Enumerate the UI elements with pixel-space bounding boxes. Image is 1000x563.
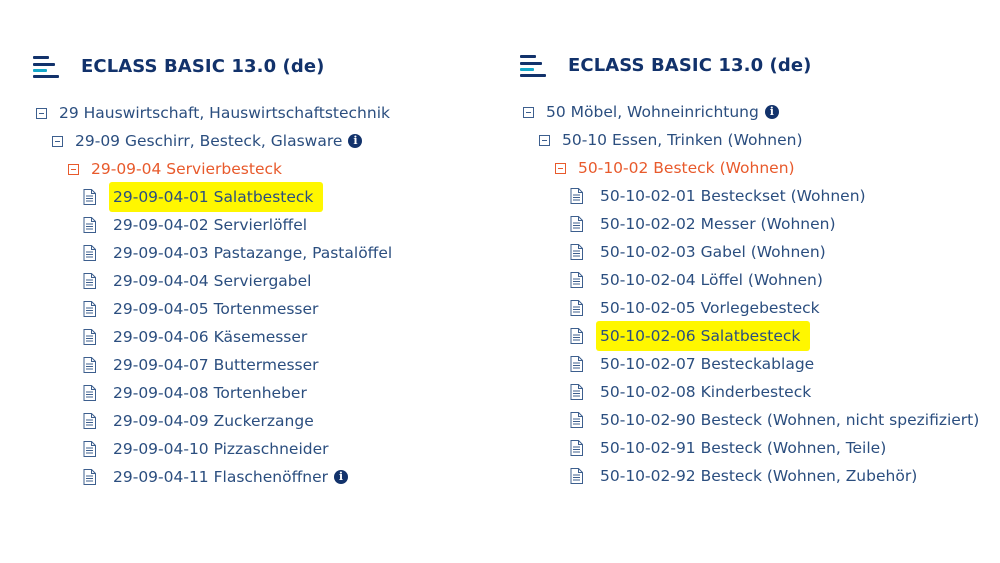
tree-leaf[interactable]: 50-10-02-90 Besteck (Wohnen, nicht spezi…	[570, 407, 979, 433]
document-icon	[83, 189, 96, 205]
document-icon	[83, 273, 96, 289]
info-icon[interactable]: i	[334, 470, 348, 484]
document-icon	[570, 440, 583, 456]
tree-leaf[interactable]: 50-10-02-07 Besteckablage	[570, 351, 814, 377]
document-icon	[570, 188, 583, 204]
tree-leaf-label[interactable]: 50-10-02-05 Vorlegebesteck	[600, 295, 820, 321]
info-icon[interactable]: i	[348, 134, 363, 148]
collapse-icon[interactable]	[539, 134, 550, 146]
tree-node-label[interactable]: 50-10-02 Besteck (Wohnen)	[578, 155, 795, 181]
document-icon	[83, 413, 96, 429]
tree-leaf[interactable]: 29-09-04-07 Buttermesser	[83, 352, 319, 378]
tree-leaf[interactable]: 50-10-02-05 Vorlegebesteck	[570, 295, 820, 321]
left-header: ECLASS BASIC 13.0 (de)	[33, 54, 325, 78]
right-header: ECLASS BASIC 13.0 (de)	[520, 53, 812, 77]
tree-leaf-label[interactable]: 50-10-02-91 Besteck (Wohnen, Teile)	[600, 435, 886, 461]
document-icon	[83, 357, 96, 373]
collapse-icon[interactable]	[555, 162, 566, 174]
document-icon	[570, 300, 583, 316]
collapse-icon[interactable]	[68, 163, 79, 175]
document-icon	[83, 217, 96, 233]
document-icon	[83, 441, 96, 457]
tree-leaf-label[interactable]: 29-09-04-06 Käsemesser	[113, 324, 307, 350]
tree-leaf-label[interactable]: 50-10-02-01 Besteckset (Wohnen)	[600, 183, 866, 209]
document-icon	[83, 329, 96, 345]
tree-leaf-label[interactable]: 29-09-04-11 Flaschenöffner	[113, 464, 328, 490]
info-icon[interactable]: i	[764, 105, 779, 119]
tree-leaf-label[interactable]: 29-09-04-08 Tortenheber	[113, 380, 307, 406]
document-icon	[570, 384, 583, 400]
tree-node-50-10[interactable]: 50-10 Essen, Trinken (Wohnen)	[539, 127, 803, 153]
tree-node-label[interactable]: 29-09 Geschirr, Besteck, Glasware	[75, 128, 342, 154]
tree-leaf[interactable]: 29-09-04-11 Flaschenöffner i	[83, 464, 348, 490]
tree-leaf[interactable]: 29-09-04-01 Salatbesteck	[83, 182, 324, 212]
document-icon	[83, 245, 96, 261]
tree-node-50-10-02[interactable]: 50-10-02 Besteck (Wohnen)	[555, 155, 795, 181]
tree-leaf[interactable]: 50-10-02-02 Messer (Wohnen)	[570, 211, 836, 237]
tree-leaf[interactable]: 50-10-02-91 Besteck (Wohnen, Teile)	[570, 435, 886, 461]
document-icon	[570, 272, 583, 288]
tree-node-50[interactable]: 50 Möbel, Wohneinrichtung i	[523, 99, 779, 125]
tree-leaf[interactable]: 29-09-04-05 Tortenmesser	[83, 296, 318, 322]
tree-leaf-label[interactable]: 50-10-02-08 Kinderbesteck	[600, 379, 811, 405]
tree-leaf-label[interactable]: 50-10-02-90 Besteck (Wohnen, nicht spezi…	[600, 407, 979, 433]
tree-leaf-label[interactable]: 29-09-04-03 Pastazange, Pastalöffel	[113, 240, 392, 266]
document-icon	[570, 468, 583, 484]
tree-leaf[interactable]: 29-09-04-09 Zuckerzange	[83, 408, 314, 434]
tree-leaf-label-highlighted[interactable]: 50-10-02-06 Salatbesteck	[596, 321, 811, 351]
tree-leaf[interactable]: 29-09-04-06 Käsemesser	[83, 324, 307, 350]
collapse-icon[interactable]	[52, 135, 63, 147]
tree-node-label[interactable]: 50 Möbel, Wohneinrichtung	[546, 99, 759, 125]
right-title: ECLASS BASIC 13.0 (de)	[568, 54, 812, 76]
tree-leaf[interactable]: 50-10-02-04 Löffel (Wohnen)	[570, 267, 823, 293]
document-icon	[83, 469, 96, 485]
tree-leaf[interactable]: 50-10-02-01 Besteckset (Wohnen)	[570, 183, 866, 209]
tree-leaf[interactable]: 50-10-02-06 Salatbesteck	[570, 321, 811, 351]
tree-leaf-label[interactable]: 29-09-04-09 Zuckerzange	[113, 408, 314, 434]
tree-leaf-label[interactable]: 50-10-02-92 Besteck (Wohnen, Zubehör)	[600, 463, 917, 489]
eclass-logo-icon	[33, 54, 63, 78]
tree-node-29[interactable]: 29 Hauswirtschaft, Hauswirtschaftstechni…	[36, 100, 390, 126]
tree-node-label[interactable]: 29 Hauswirtschaft, Hauswirtschaftstechni…	[59, 100, 390, 126]
document-icon	[570, 244, 583, 260]
tree-leaf[interactable]: 29-09-04-08 Tortenheber	[83, 380, 307, 406]
tree-leaf[interactable]: 50-10-02-08 Kinderbesteck	[570, 379, 811, 405]
tree-leaf-label[interactable]: 50-10-02-02 Messer (Wohnen)	[600, 211, 836, 237]
tree-leaf-label[interactable]: 50-10-02-04 Löffel (Wohnen)	[600, 267, 823, 293]
tree-leaf-label[interactable]: 29-09-04-07 Buttermesser	[113, 352, 319, 378]
document-icon	[83, 385, 96, 401]
tree-node-label[interactable]: 50-10 Essen, Trinken (Wohnen)	[562, 127, 803, 153]
document-icon	[570, 328, 583, 344]
tree-leaf-label[interactable]: 29-09-04-05 Tortenmesser	[113, 296, 318, 322]
document-icon	[570, 216, 583, 232]
tree-leaf[interactable]: 50-10-02-92 Besteck (Wohnen, Zubehör)	[570, 463, 917, 489]
left-title: ECLASS BASIC 13.0 (de)	[81, 55, 325, 77]
tree-node-label[interactable]: 29-09-04 Servierbesteck	[91, 156, 282, 182]
tree-leaf[interactable]: 50-10-02-03 Gabel (Wohnen)	[570, 239, 826, 265]
tree-leaf-label[interactable]: 50-10-02-03 Gabel (Wohnen)	[600, 239, 826, 265]
document-icon	[570, 356, 583, 372]
tree-node-29-09-04[interactable]: 29-09-04 Servierbesteck	[68, 156, 282, 182]
collapse-icon[interactable]	[523, 106, 534, 118]
tree-leaf-label[interactable]: 29-09-04-02 Servierlöffel	[113, 212, 307, 238]
collapse-icon[interactable]	[36, 107, 47, 119]
tree-leaf-label-highlighted[interactable]: 29-09-04-01 Salatbesteck	[109, 182, 324, 212]
tree-leaf[interactable]: 29-09-04-03 Pastazange, Pastalöffel	[83, 240, 392, 266]
tree-leaf-label[interactable]: 50-10-02-07 Besteckablage	[600, 351, 814, 377]
eclass-logo-icon	[520, 53, 550, 77]
tree-leaf-label[interactable]: 29-09-04-04 Serviergabel	[113, 268, 311, 294]
tree-leaf[interactable]: 29-09-04-02 Servierlöffel	[83, 212, 307, 238]
tree-leaf[interactable]: 29-09-04-10 Pizzaschneider	[83, 436, 329, 462]
tree-leaf[interactable]: 29-09-04-04 Serviergabel	[83, 268, 311, 294]
document-icon	[570, 412, 583, 428]
document-icon	[83, 301, 96, 317]
tree-leaf-label[interactable]: 29-09-04-10 Pizzaschneider	[113, 436, 329, 462]
tree-node-29-09[interactable]: 29-09 Geschirr, Besteck, Glasware i	[52, 128, 363, 154]
